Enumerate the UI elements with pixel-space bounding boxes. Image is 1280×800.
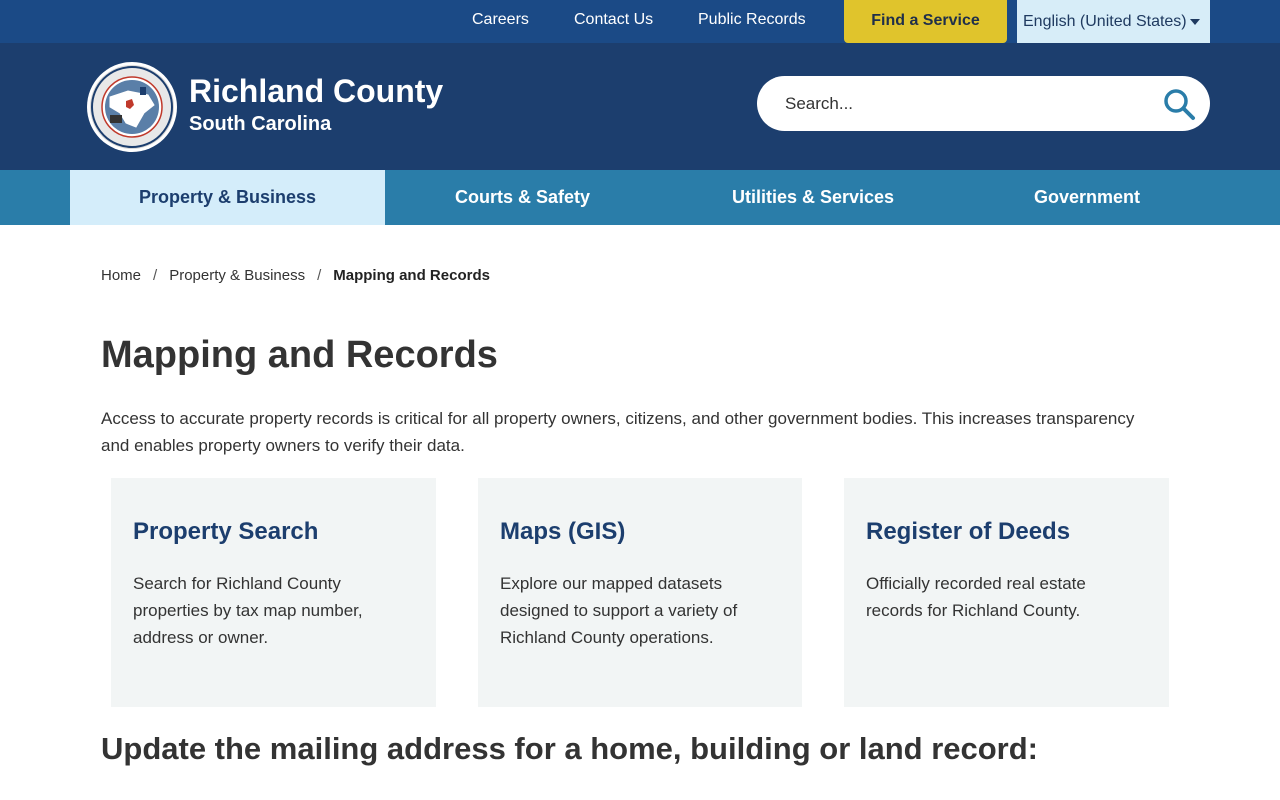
county-seal-logo[interactable] (86, 61, 178, 153)
search-box (757, 76, 1210, 131)
site-title[interactable]: Richland County (189, 73, 443, 110)
card-title[interactable]: Register of Deeds (866, 518, 1147, 546)
breadcrumb: Home / Property & Business / Mapping and Rec… (101, 267, 490, 284)
card-description: Officially recorded real estate records … (866, 574, 1086, 620)
card-maps-gis[interactable]: Maps (GIS) Explore our mapped datasets d… (478, 478, 802, 707)
caret-down-icon (1190, 19, 1200, 25)
main-nav: Property & Business Courts & Safety Util… (0, 170, 1280, 225)
find-a-service-button[interactable]: Find a Service (844, 0, 1007, 43)
nav-government[interactable]: Government (966, 170, 1208, 225)
careers-link[interactable]: Careers (472, 0, 529, 43)
breadcrumb-separator: / (317, 267, 322, 284)
card-description: Explore our mapped datasets designed to … (500, 574, 738, 647)
utility-bar: Careers Contact Us Public Records Find a… (0, 0, 1280, 43)
language-select[interactable]: English (United States) (1017, 0, 1210, 43)
card-title[interactable]: Property Search (133, 518, 414, 546)
public-records-link[interactable]: Public Records (698, 0, 806, 43)
site-subtitle: South Carolina (189, 113, 332, 135)
card-description: Search for Richland County properties by… (133, 574, 363, 647)
nav-courts-safety[interactable]: Courts & Safety (385, 170, 660, 225)
page-title: Mapping and Records (101, 334, 498, 376)
intro-paragraph: Access to accurate property records is c… (101, 409, 1135, 455)
site-header: Richland County South Carolina (0, 43, 1280, 170)
card-register-of-deeds[interactable]: Register of Deeds Officially recorded re… (844, 478, 1169, 707)
nav-utilities-services[interactable]: Utilities & Services (660, 170, 966, 225)
language-select-value: English (United States) (1023, 13, 1187, 30)
card-property-search[interactable]: Property Search Search for Richland Coun… (111, 478, 436, 707)
search-input[interactable] (785, 76, 1145, 131)
breadcrumb-current: Mapping and Records (333, 267, 490, 284)
breadcrumb-home[interactable]: Home (101, 267, 141, 284)
card-title[interactable]: Maps (GIS) (500, 518, 780, 546)
breadcrumb-separator: / (153, 267, 158, 284)
contact-us-link[interactable]: Contact Us (574, 0, 653, 43)
section-heading-update-address: Update the mailing address for a home, b… (101, 731, 1039, 766)
search-icon[interactable] (1162, 87, 1196, 121)
breadcrumb-property-business[interactable]: Property & Business (169, 267, 305, 284)
nav-property-business[interactable]: Property & Business (70, 170, 385, 225)
